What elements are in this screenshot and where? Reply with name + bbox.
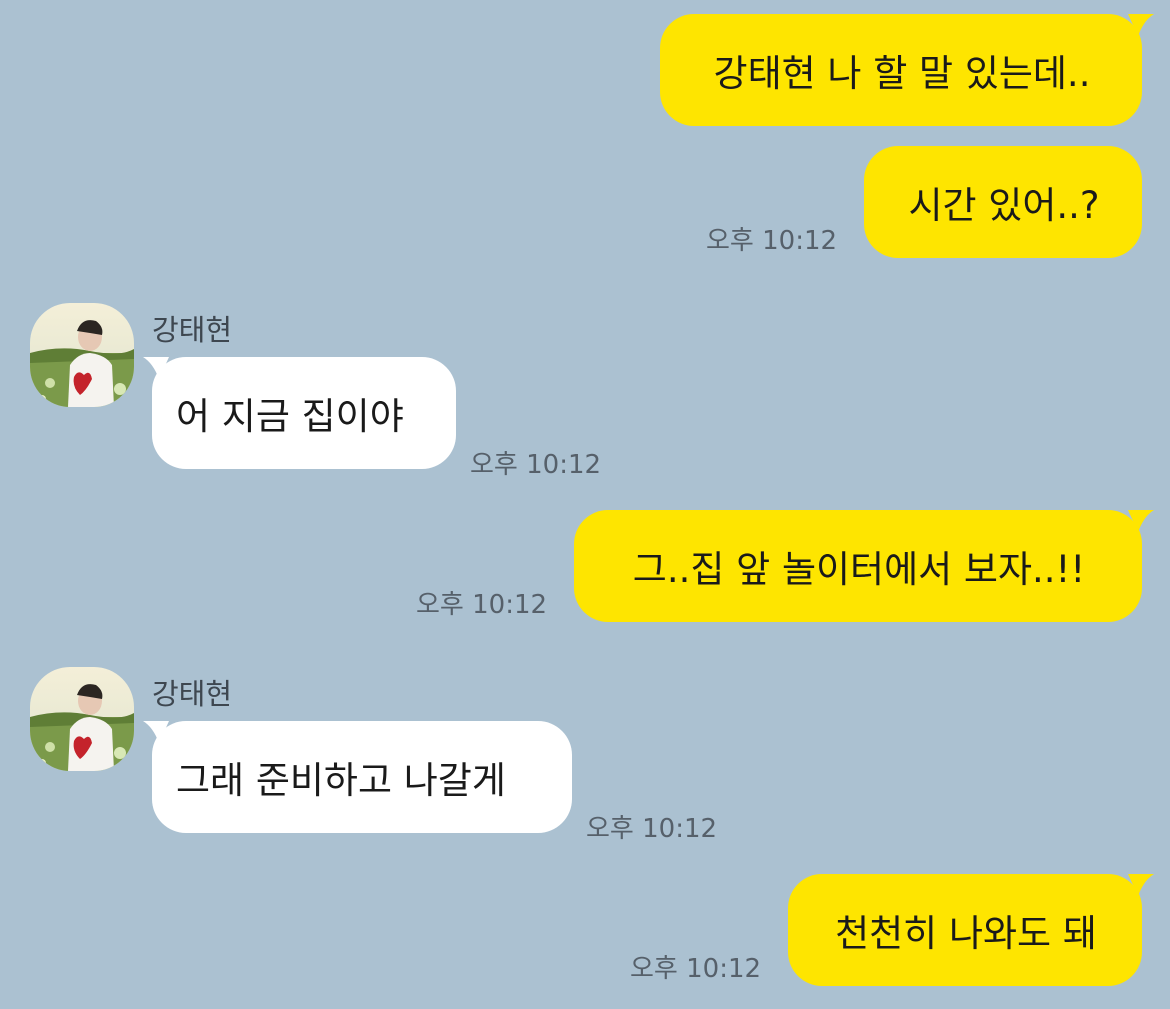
message-bubble-sent[interactable]: 그..집 앞 놀이터에서 보자..!! <box>574 510 1142 622</box>
message-text: 어 지금 집이야 <box>176 395 404 438</box>
bubble-tail-icon <box>1128 510 1154 532</box>
sender-name: 강태현 <box>152 313 233 347</box>
message-timestamp: 오후 10:12 <box>586 814 718 844</box>
profile-photo-icon <box>30 303 134 407</box>
bubble-tail-icon <box>1128 14 1154 36</box>
message-bubble-received[interactable]: 그래 준비하고 나갈게 <box>152 721 572 833</box>
message-timestamp: 오후 10:12 <box>416 590 548 620</box>
message-text: 천천히 나와도 돼 <box>835 912 1097 955</box>
message-bubble-sent[interactable]: 강태현 나 할 말 있는데.. <box>660 14 1142 126</box>
profile-photo-icon <box>30 667 134 771</box>
message-timestamp: 오후 10:12 <box>706 226 838 256</box>
message-text: 그..집 앞 놀이터에서 보자..!! <box>632 548 1086 591</box>
message-timestamp: 오후 10:12 <box>470 450 602 480</box>
sender-name: 강태현 <box>152 677 233 711</box>
message-bubble-sent[interactable]: 시간 있어..? <box>864 146 1142 258</box>
message-text: 시간 있어..? <box>908 184 1100 227</box>
message-bubble-sent[interactable]: 천천히 나와도 돼 <box>788 874 1142 986</box>
message-text: 강태현 나 할 말 있는데.. <box>713 52 1091 95</box>
contact-avatar[interactable] <box>30 303 134 407</box>
contact-avatar[interactable] <box>30 667 134 771</box>
bubble-tail-icon <box>1128 874 1154 896</box>
message-bubble-received[interactable]: 어 지금 집이야 <box>152 357 456 469</box>
message-text: 그래 준비하고 나갈게 <box>176 759 506 802</box>
message-timestamp: 오후 10:12 <box>630 954 762 984</box>
